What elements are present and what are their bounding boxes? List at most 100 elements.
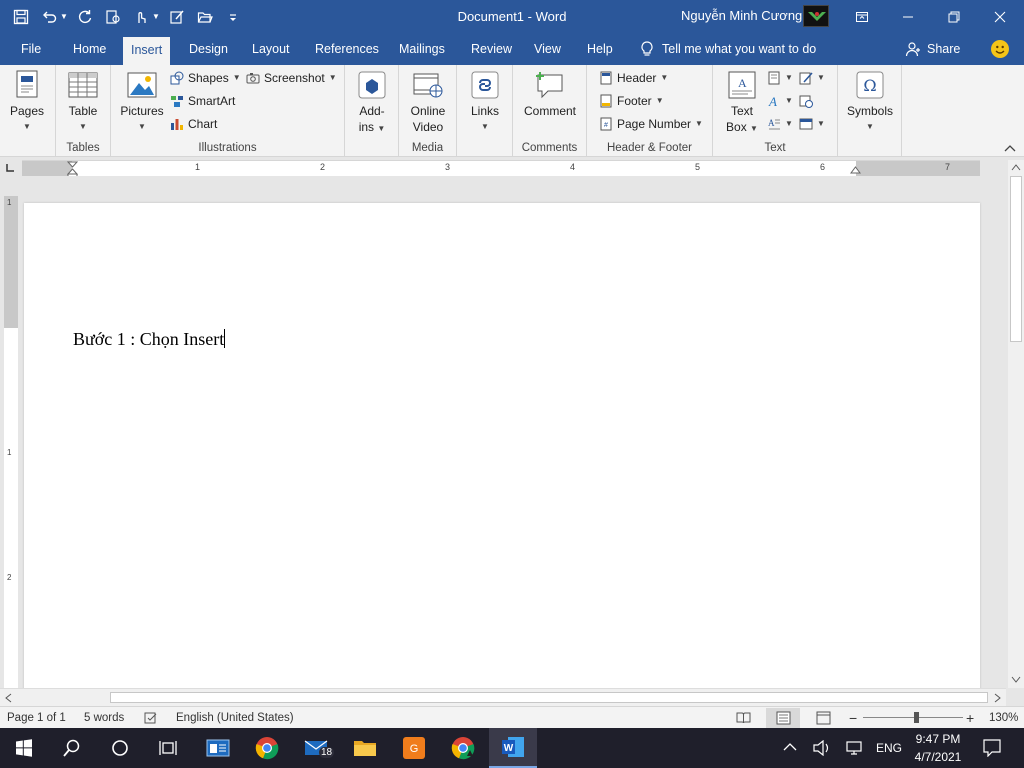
volume-icon[interactable] — [813, 740, 831, 756]
undo-dropdown-icon[interactable]: ▼ — [60, 6, 68, 28]
document-canvas[interactable]: Bước 1 : Chọn Insert — [22, 176, 1008, 688]
tell-me-search[interactable]: Tell me what you want to do — [640, 33, 816, 65]
table-button[interactable]: Table ▼ — [64, 69, 102, 135]
tab-design[interactable]: Design — [187, 33, 230, 65]
text-box-button[interactable]: A Text Box ▼ — [723, 69, 761, 137]
zoom-slider-thumb[interactable] — [914, 712, 919, 723]
language-status[interactable]: English (United States) — [176, 707, 294, 729]
notifications-icon[interactable] — [983, 739, 1001, 757]
tray-chevron-icon[interactable] — [783, 742, 797, 752]
document-page[interactable]: Bước 1 : Chọn Insert — [24, 203, 980, 688]
scroll-up-icon[interactable] — [1011, 163, 1021, 171]
open-folder-icon[interactable] — [194, 6, 216, 28]
network-icon[interactable] — [845, 740, 863, 756]
pictures-button[interactable]: Pictures ▼ — [119, 69, 165, 135]
windows-start-icon[interactable] — [0, 728, 48, 768]
touch-mode-icon[interactable] — [130, 6, 152, 28]
shapes-button[interactable]: Shapes ▼ — [170, 68, 241, 88]
footer-button[interactable]: Footer ▼ — [599, 91, 664, 111]
search-icon[interactable] — [48, 728, 96, 768]
print-preview-icon[interactable] — [102, 6, 124, 28]
collapse-ribbon-icon[interactable] — [1004, 143, 1016, 153]
app-window-icon[interactable] — [194, 728, 242, 768]
tab-home[interactable]: Home — [71, 33, 108, 65]
word-count[interactable]: 5 words — [84, 707, 124, 729]
wordart-button[interactable]: A ▼ — [767, 91, 793, 111]
horizontal-ruler[interactable]: 1 2 3 4 5 6 7 — [22, 160, 980, 180]
file-explorer-icon[interactable] — [341, 728, 389, 768]
tab-layout[interactable]: Layout — [250, 33, 292, 65]
vertical-ruler[interactable]: 1 1 2 — [4, 196, 18, 688]
addins-button[interactable]: Add- ins ▼ — [353, 69, 391, 137]
document-body[interactable]: Bước 1 : Chọn Insert — [73, 329, 226, 350]
links-button[interactable]: Links ▼ — [466, 69, 504, 135]
scroll-right-icon[interactable] — [994, 693, 1002, 703]
date-time-button[interactable] — [799, 91, 813, 111]
web-layout-icon[interactable] — [816, 711, 831, 725]
system-clock[interactable]: 9:47 PM 4/7/2021 — [912, 730, 964, 766]
input-language[interactable]: ENG — [876, 728, 902, 768]
cortana-icon[interactable] — [96, 728, 144, 768]
proofing-icon[interactable] — [144, 711, 158, 725]
ribbon-display-options-icon[interactable] — [839, 0, 885, 33]
undo-icon[interactable] — [38, 6, 60, 28]
task-view-icon[interactable] — [144, 728, 192, 768]
mail-icon[interactable]: 18 — [293, 728, 341, 768]
zoom-slider[interactable] — [863, 717, 963, 718]
horizontal-scrollbar[interactable] — [0, 688, 1006, 706]
quick-parts-button[interactable]: ▼ — [767, 68, 793, 88]
header-button[interactable]: Header ▼ — [599, 68, 668, 88]
vertical-scrollbar[interactable] — [1008, 160, 1024, 688]
minimize-icon[interactable] — [885, 0, 931, 33]
page-count[interactable]: Page 1 of 1 — [7, 707, 66, 729]
tab-view[interactable]: View — [532, 33, 563, 65]
right-indent-marker-icon[interactable] — [850, 166, 861, 176]
screenshot-button[interactable]: Screenshot ▼ — [246, 68, 337, 88]
scroll-left-icon[interactable] — [4, 693, 12, 703]
page-number-button[interactable]: # Page Number ▼ — [599, 114, 703, 134]
smiley-feedback-icon[interactable] — [991, 40, 1009, 58]
zoom-in-button[interactable]: + — [966, 707, 974, 729]
close-icon[interactable] — [977, 0, 1023, 33]
avatar[interactable] — [803, 5, 829, 27]
online-video-button[interactable]: Online Video — [405, 69, 451, 135]
object-button[interactable]: ▼ — [799, 114, 825, 134]
restore-icon[interactable] — [931, 0, 977, 33]
tab-insert[interactable]: Insert — [123, 37, 171, 65]
horizontal-scroll-thumb[interactable] — [110, 692, 988, 703]
save-icon[interactable] — [10, 6, 32, 28]
vruler-number: 1 — [7, 448, 12, 457]
tab-file[interactable]: File — [19, 33, 43, 65]
share-button[interactable]: Share — [905, 33, 960, 65]
user-name[interactable]: Nguyễn Minh Cương — [681, 0, 802, 33]
redo-icon[interactable] — [74, 6, 96, 28]
word-icon[interactable]: W — [489, 728, 537, 768]
tab-help[interactable]: Help — [585, 33, 615, 65]
tab-selector-icon[interactable] — [4, 162, 16, 174]
scroll-down-icon[interactable] — [1011, 676, 1021, 684]
chart-button[interactable]: Chart — [170, 114, 217, 134]
print-layout-icon[interactable] — [766, 708, 800, 728]
chrome-icon[interactable] — [243, 728, 291, 768]
touch-mode-dropdown-icon[interactable]: ▼ — [152, 6, 160, 28]
chrome-profile-icon[interactable] — [439, 728, 487, 768]
date-time-icon — [799, 95, 813, 108]
body-paragraph[interactable]: Bước 1 : Chọn Insert — [73, 329, 224, 349]
tab-review[interactable]: Review — [469, 33, 514, 65]
zoom-out-button[interactable]: − — [849, 707, 857, 729]
tab-references[interactable]: References — [313, 33, 381, 65]
symbols-button[interactable]: Ω Symbols ▼ — [844, 69, 896, 135]
zoom-level[interactable]: 130% — [989, 707, 1018, 729]
signature-line-button[interactable]: ▼ — [799, 68, 825, 88]
addins-icon — [358, 71, 386, 99]
read-mode-icon[interactable] — [736, 711, 751, 725]
comment-button[interactable]: Comment — [521, 69, 579, 119]
customize-toolbar-icon[interactable] — [222, 6, 244, 28]
vertical-scroll-thumb[interactable] — [1010, 176, 1022, 342]
drop-cap-button[interactable]: A ▼ — [767, 114, 793, 134]
edit-form-icon[interactable] — [166, 6, 188, 28]
pages-button[interactable]: Pages ▼ — [8, 69, 46, 135]
smartart-button[interactable]: SmartArt — [170, 91, 235, 111]
tab-mailings[interactable]: Mailings — [397, 33, 447, 65]
foxit-pdf-icon[interactable]: G — [390, 728, 438, 768]
